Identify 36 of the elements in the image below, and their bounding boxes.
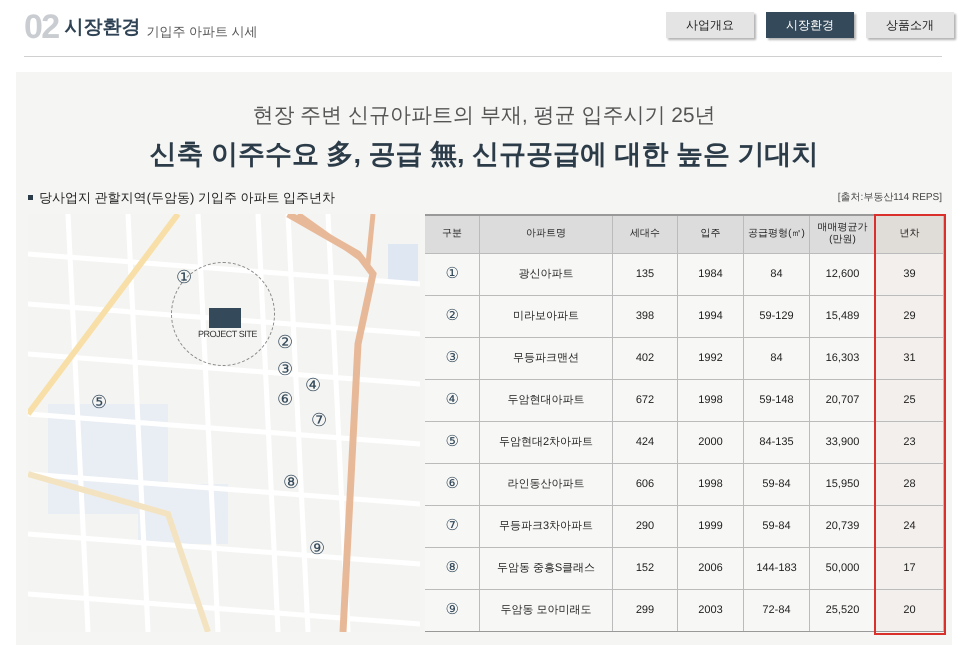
table-cell: 29 — [876, 296, 944, 336]
table-cell: 31 — [876, 338, 944, 378]
map-marker: ⑦ — [311, 410, 327, 428]
map-marker: ① — [176, 268, 192, 286]
map-marker: ② — [277, 332, 293, 350]
page-subtitle: 기입주 아파트 시세 — [146, 22, 258, 40]
nav-tab[interactable]: 상품소개 — [866, 12, 954, 38]
table-cell: 28 — [876, 464, 944, 504]
page-title: 시장환경 — [64, 16, 140, 40]
table-cell: 20 — [876, 590, 944, 630]
source-note: [출처:부동산114 REPS] — [838, 191, 942, 206]
map-marker: ⑤ — [91, 392, 107, 410]
table-cell: 17 — [876, 548, 944, 588]
map-marker: ⑥ — [277, 390, 293, 408]
column-header: 아파트명 — [480, 216, 613, 252]
nav-tab[interactable]: 사업개요 — [666, 12, 754, 38]
headline-title: 신축 이주수요 多, 공급 無, 신규공급에 대한 높은 기대치 — [149, 138, 818, 170]
project-site-block — [209, 308, 241, 328]
headline-text: 현장 주변 신규아파트의 부재, 평균 입주시기 25년 — [252, 103, 716, 129]
table-cell: 25 — [876, 380, 944, 420]
map-marker: ⑧ — [283, 472, 299, 490]
column-header: 년차 — [876, 216, 944, 252]
column-header: 입주 — [678, 216, 744, 252]
table-cell: 39 — [876, 254, 944, 294]
table-cell: 24 — [876, 506, 944, 546]
project-site-label: PROJECT SITE — [198, 328, 257, 340]
column-header: 세대수 — [613, 216, 678, 252]
table-cell: 23 — [876, 422, 944, 462]
map-marker: ⑨ — [309, 538, 325, 556]
bullet-icon — [28, 195, 33, 200]
section-title: 당사업지 관할지역(두암동) 기입주 아파트 입주년차 — [39, 189, 336, 207]
map-marker: ④ — [305, 376, 321, 394]
map-marker: ③ — [277, 360, 293, 378]
column-header: 공급평형(㎡) — [744, 216, 810, 252]
column-header: 구분 — [425, 216, 480, 252]
nav-tab[interactable]: 시장환경 — [766, 12, 854, 38]
